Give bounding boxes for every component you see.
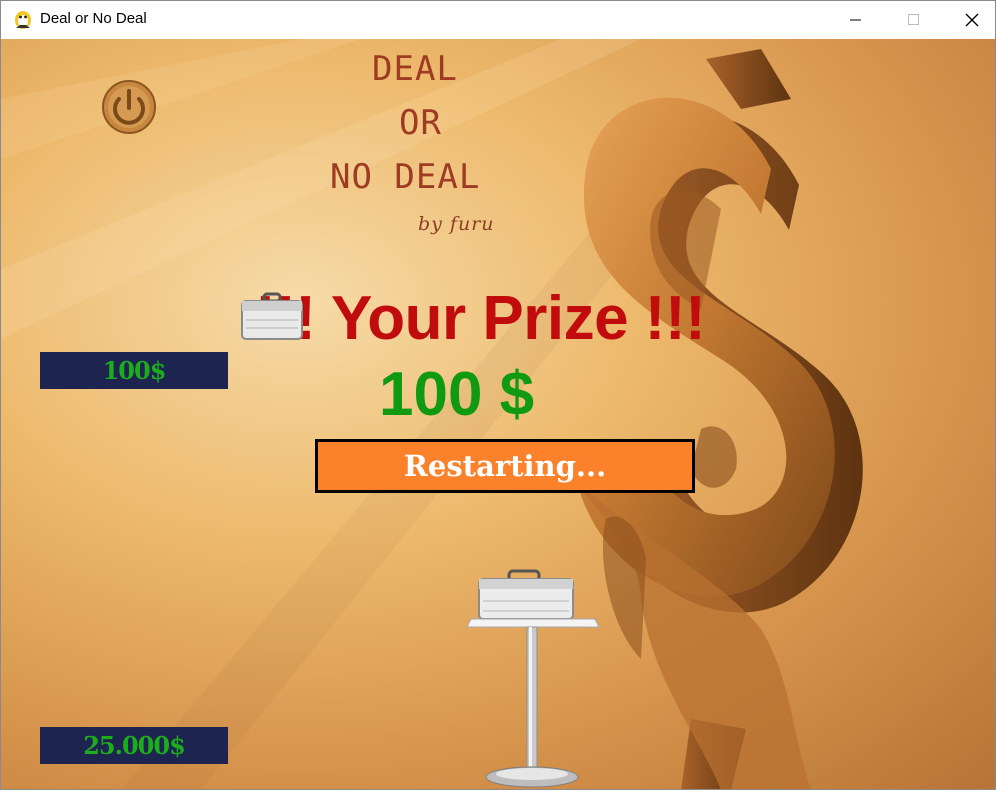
close-button[interactable] xyxy=(943,1,995,39)
game-title-line-3: NO DEAL xyxy=(330,157,481,197)
game-area: DEAL OR NO DEAL by furu !!! Your Prize !… xyxy=(1,39,995,789)
maximize-button[interactable] xyxy=(885,1,943,39)
power-icon[interactable] xyxy=(99,77,159,137)
minimize-button[interactable] xyxy=(827,1,885,39)
amount-label: 25.000$ xyxy=(83,731,186,760)
maximize-icon xyxy=(908,14,919,25)
game-window: Deal or No Deal DEAL OR NO DEAL by furu … xyxy=(0,0,996,790)
close-icon xyxy=(965,13,979,27)
game-title-line-1: DEAL xyxy=(372,49,458,89)
prize-amount: 100 $ xyxy=(379,360,535,429)
app-icon xyxy=(15,11,31,29)
prize-title: !!! Your Prize !!! xyxy=(255,284,706,353)
game-byline: by furu xyxy=(418,213,495,235)
briefcase-icon xyxy=(241,292,303,340)
title-bar[interactable]: Deal or No Deal xyxy=(1,1,995,39)
minimize-icon xyxy=(850,19,861,21)
amount-box-lowest: 100$ xyxy=(40,352,228,389)
amount-box-highest: 25.000$ xyxy=(40,727,228,764)
briefcase-on-stand[interactable] xyxy=(463,567,601,789)
amount-label: 100$ xyxy=(102,356,167,385)
game-title-line-2: OR xyxy=(399,103,442,143)
window-title: Deal or No Deal xyxy=(40,10,147,27)
restart-button-label: Restarting... xyxy=(403,449,607,483)
restart-button[interactable]: Restarting... xyxy=(315,439,695,493)
